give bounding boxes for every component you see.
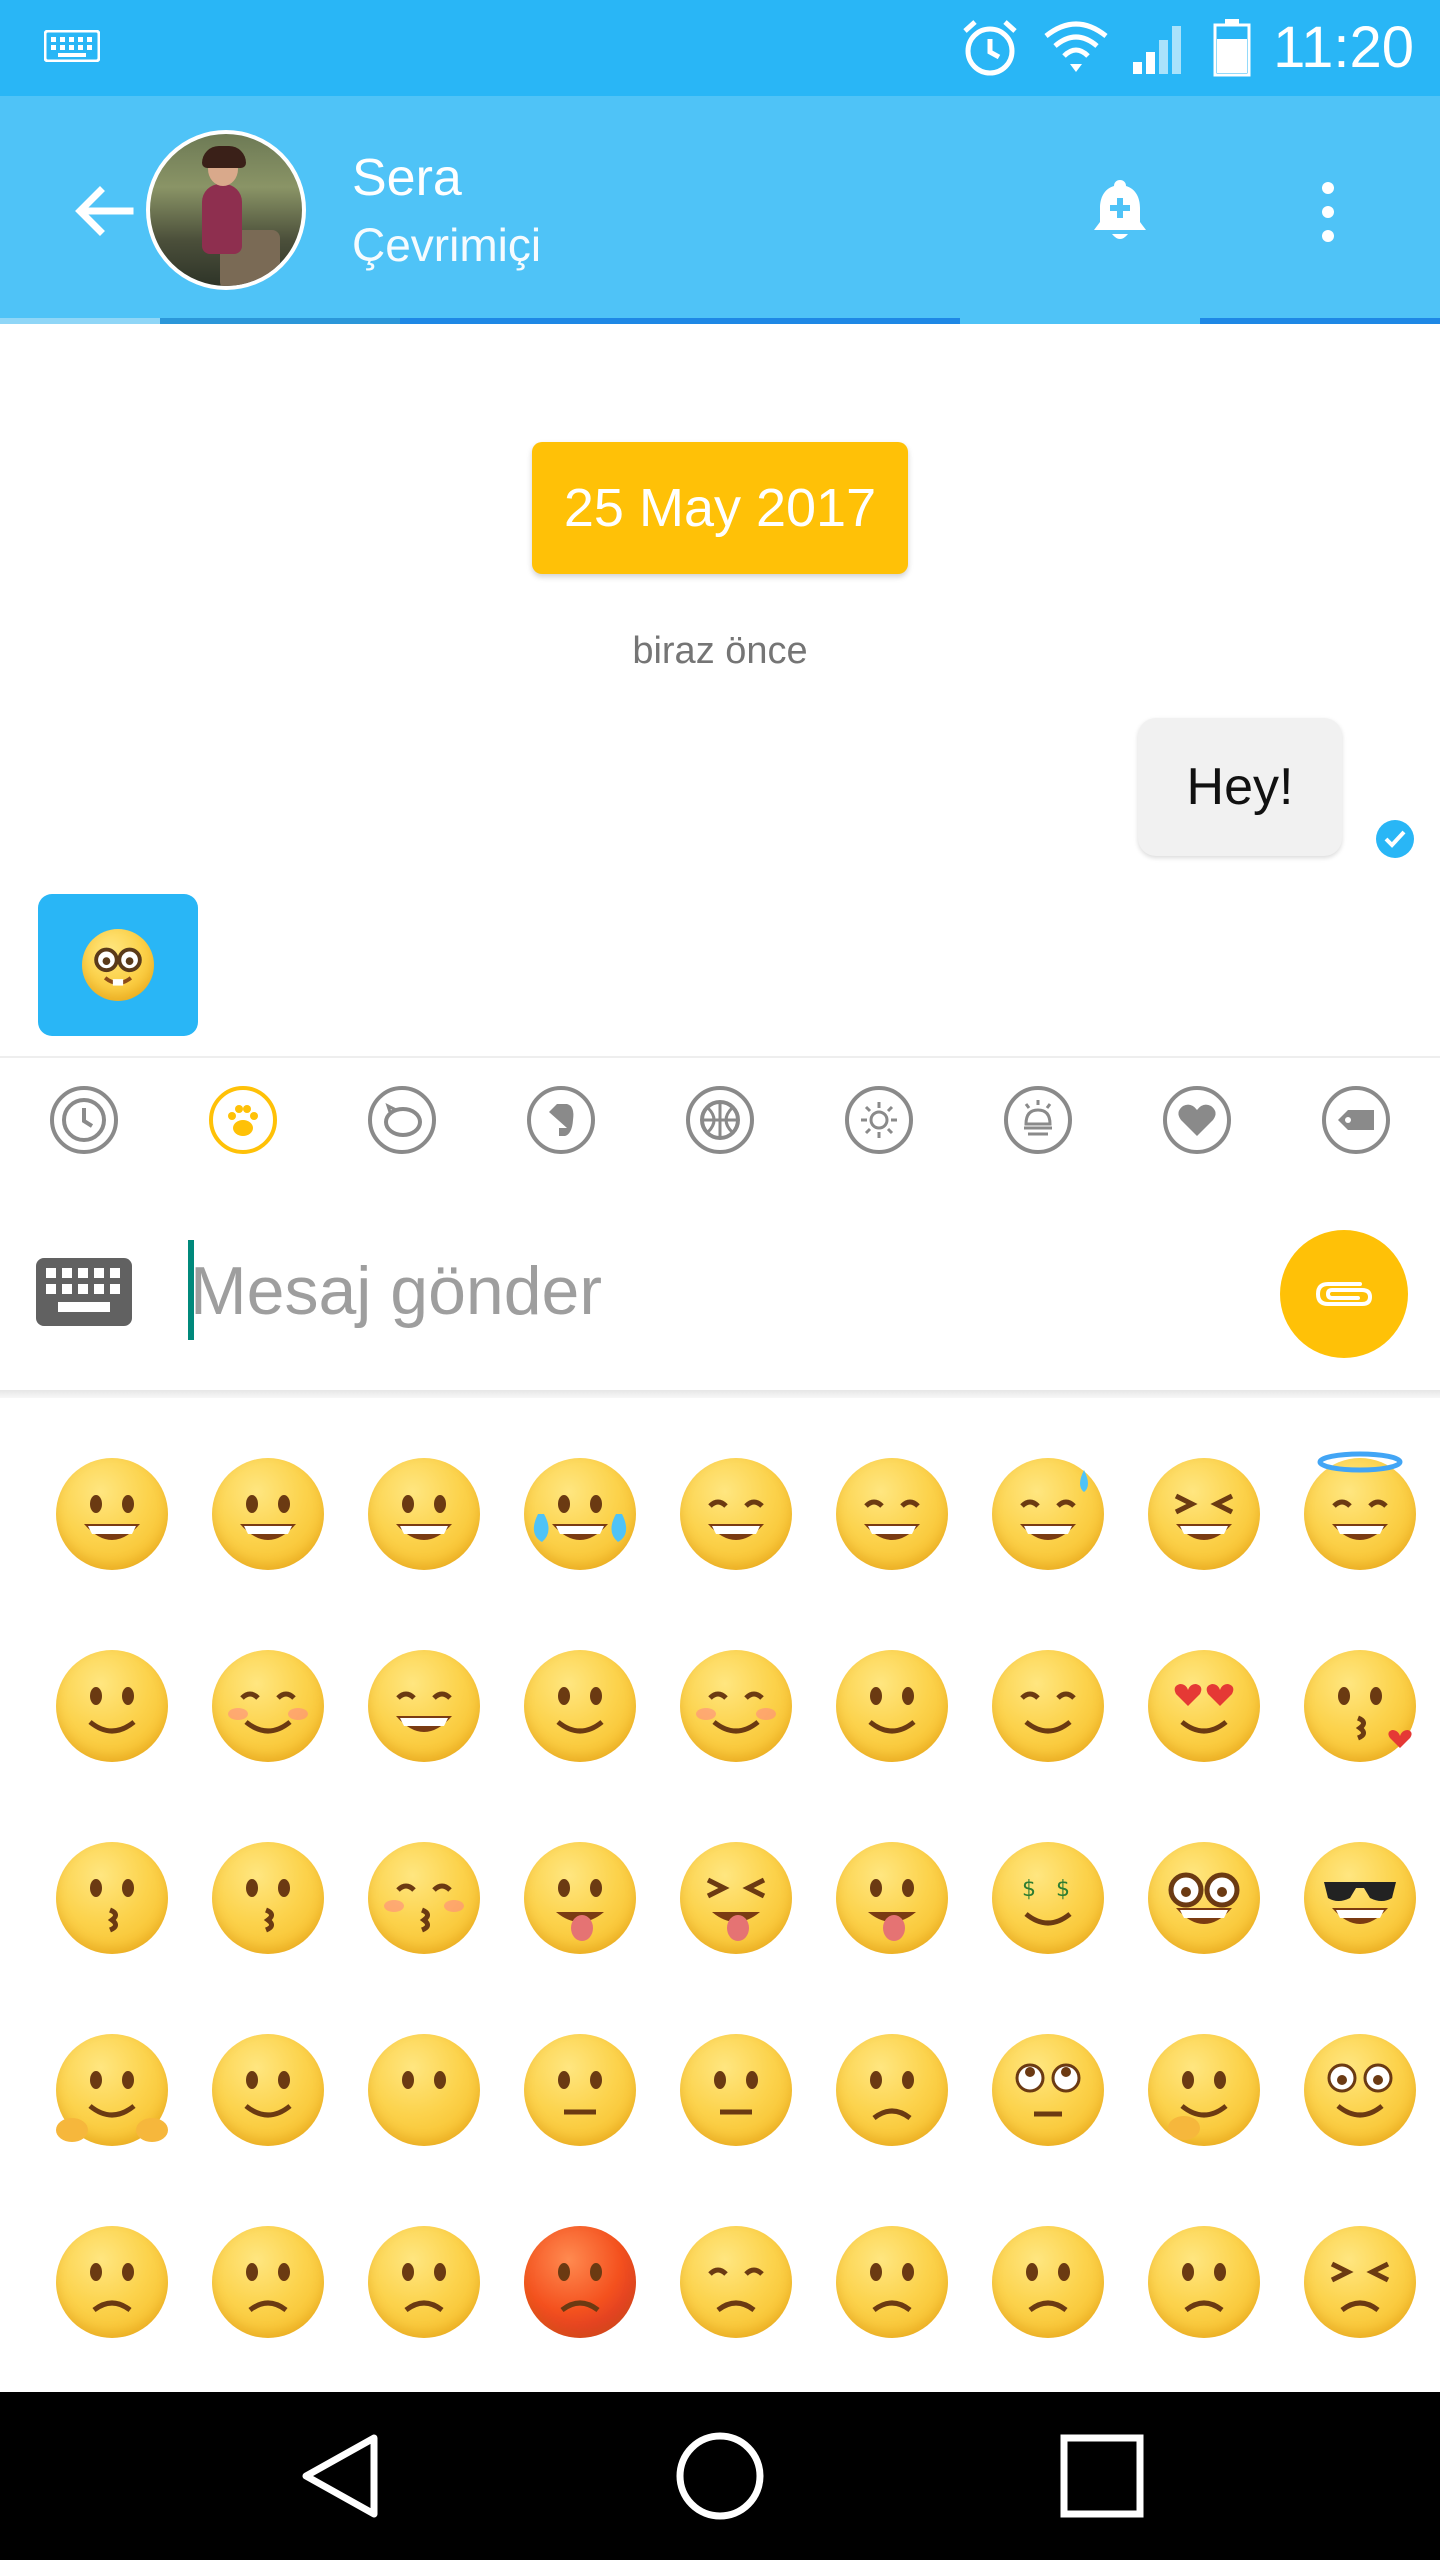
hugging-emoji[interactable] [56,2034,168,2146]
emoji-category-tabs [0,1056,1440,1182]
yum-emoji[interactable] [836,1650,948,1762]
notification-bell-icon[interactable] [1088,176,1152,246]
recents-square-icon[interactable] [1052,2426,1152,2526]
date-chip: 25 May 2017 [532,442,908,574]
slight-frown-emoji[interactable] [992,2226,1104,2338]
kissing-closed-eyes-emoji[interactable] [368,1842,480,1954]
navigation-bar [0,2392,1440,2560]
evernote-icon[interactable] [525,1084,597,1156]
lamp-icon[interactable] [1002,1084,1074,1156]
incoming-emoji-message[interactable] [38,894,198,1036]
disappointed-emoji[interactable] [56,2226,168,2338]
money-mouth-emoji[interactable]: $ $ [992,1842,1104,1954]
recent-clock-icon[interactable] [48,1084,120,1156]
overflow-menu-icon[interactable] [1314,180,1342,244]
outgoing-message-bubble[interactable]: Hey! [1138,718,1342,856]
svg-text:$: $ [1022,1877,1036,1902]
message-input[interactable] [188,1232,1232,1350]
grinning-face-emoji[interactable] [56,1458,168,1570]
stuck-out-tongue-emoji[interactable] [836,1842,948,1954]
signal-icon [1133,26,1182,74]
tears-of-joy-emoji[interactable] [524,1458,636,1570]
contact-status: Çevrimiçi [352,219,542,271]
unamused-emoji[interactable] [836,2034,948,2146]
stuck-out-tongue-wink-emoji[interactable] [524,1842,636,1954]
slight-smile-emoji[interactable] [368,1650,480,1762]
wifi-icon [1044,21,1108,72]
chat-header: Sera Çevrimiçi [0,96,1440,322]
home-circle-icon[interactable] [670,2426,770,2526]
message-composer [0,1180,1440,1390]
confused-emoji[interactable] [836,2226,948,2338]
avatar[interactable] [146,130,306,290]
tag-icon[interactable] [1320,1084,1392,1156]
status-bar: 11:20 [0,0,1440,96]
read-check-icon [1376,820,1414,858]
svg-text:$: $ [1056,1877,1070,1902]
kissing-emoji[interactable] [56,1842,168,1954]
persevere-emoji[interactable] [1304,2226,1416,2338]
grinning-squinting-teeth-emoji[interactable] [368,1458,480,1570]
message-text: Hey! [1186,758,1294,816]
message-time-label: biraz önce [632,630,808,672]
pouting-emoji[interactable] [524,2226,636,2338]
paperclip-icon [1315,1282,1373,1306]
smirk-emoji[interactable] [212,2034,324,2146]
expressionless-emoji[interactable] [680,2034,792,2146]
stuck-out-tongue-closed-eyes-emoji[interactable] [680,1842,792,1954]
paw-icon[interactable] [207,1084,279,1156]
sunglasses-emoji[interactable] [1304,1842,1416,1954]
status-time: 11:20 [1273,15,1414,80]
heart-icon[interactable] [1161,1084,1233,1156]
innocent-emoji[interactable] [1304,1451,1416,1570]
keyboard-divider [0,1390,1440,1398]
alarm-icon [963,20,1017,76]
keyboard-icon [44,30,100,62]
back-arrow-icon[interactable] [68,176,138,246]
relaxed-emoji[interactable] [680,1650,792,1762]
upside-down-emoji[interactable] [524,1650,636,1762]
emoji-keyboard: $ $ [0,1398,1440,2390]
smiley-emoji[interactable] [680,1458,792,1570]
grimacing-face-emoji[interactable] [212,1458,324,1570]
piggy-icon[interactable] [366,1084,438,1156]
keyboard-toggle-icon[interactable] [36,1258,132,1326]
contact-name[interactable]: Sera [352,148,462,208]
sun-icon[interactable] [843,1084,915,1156]
worried-emoji[interactable] [212,2226,324,2338]
kissing-heart-emoji[interactable] [1304,1650,1416,1762]
kissing-smiling-eyes-emoji[interactable] [212,1842,324,1954]
attach-button[interactable] [1280,1230,1408,1358]
battery-icon [1213,19,1251,77]
rolling-eyes-emoji[interactable] [992,2034,1104,2146]
thinking-emoji[interactable] [1148,2034,1260,2146]
neutral-emoji[interactable] [524,2034,636,2146]
laughing-emoji[interactable] [1148,1458,1260,1570]
nerd-face-icon [82,929,154,1001]
smile-emoji[interactable] [836,1458,948,1570]
angry-emoji[interactable] [368,2226,480,2338]
wink-emoji[interactable] [56,1650,168,1762]
relieved-emoji[interactable] [992,1650,1104,1762]
header-divider [0,318,1440,324]
nerd-face-emoji[interactable] [1148,1842,1260,1954]
back-triangle-icon[interactable] [290,2426,390,2526]
heart-eyes-emoji[interactable] [1148,1650,1260,1762]
frowning-emoji[interactable] [1148,2226,1260,2338]
flushed-emoji[interactable] [1304,2034,1416,2146]
blush-emoji[interactable] [212,1650,324,1762]
pensive-emoji[interactable] [680,2226,792,2338]
no-mouth-emoji[interactable] [368,2034,480,2146]
sweat-smile-emoji[interactable] [992,1458,1104,1570]
basketball-icon[interactable] [684,1084,756,1156]
